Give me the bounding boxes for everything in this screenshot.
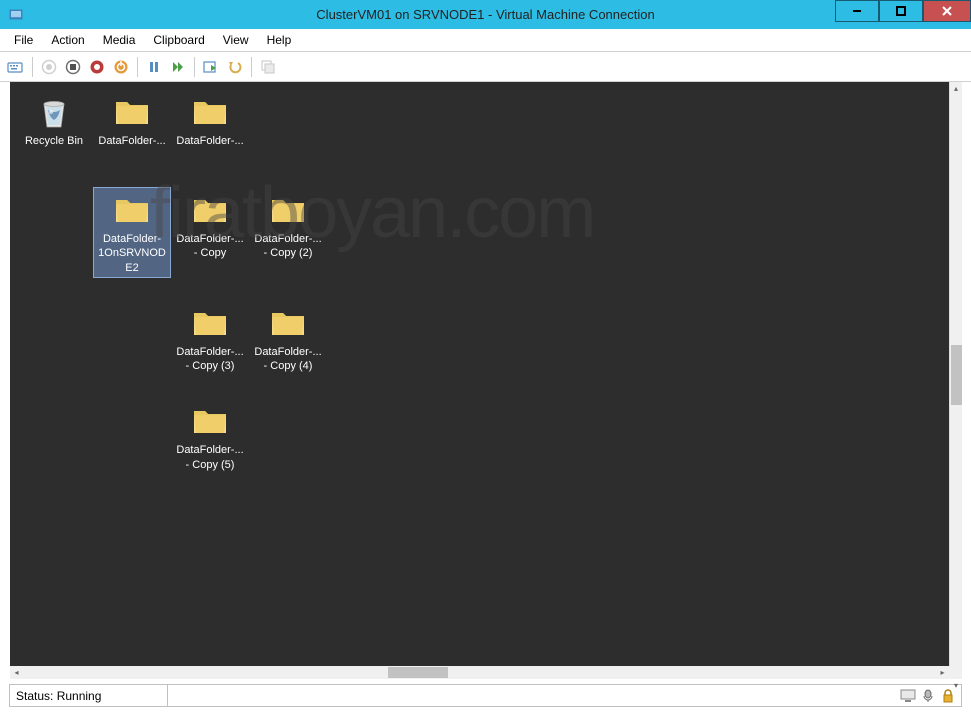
folder-icon	[190, 92, 230, 132]
icon-label: DataFolder-... - Copy (4)	[252, 345, 324, 374]
scroll-corner	[949, 666, 962, 679]
window-title: ClusterVM01 on SRVNODE1 - Virtual Machin…	[316, 7, 654, 22]
icon-label: DataFolder-... - Copy (3)	[174, 345, 246, 374]
close-button[interactable]	[923, 0, 971, 22]
icon-label: DataFolder-... - Copy (5)	[174, 443, 246, 472]
folder-7[interactable]: DataFolder-... - Copy (4)	[250, 301, 326, 376]
save-button[interactable]	[109, 55, 133, 79]
folder-5[interactable]: DataFolder-... - Copy (2)	[250, 188, 326, 277]
scroll-left-icon[interactable]: ◂	[10, 666, 23, 679]
minimize-button[interactable]	[835, 0, 879, 22]
scroll-thumb[interactable]	[388, 667, 448, 678]
folder-6[interactable]: DataFolder-... - Copy (3)	[172, 301, 248, 376]
maximize-button[interactable]	[879, 0, 923, 22]
icon-label: DataFolder-... - Copy	[174, 232, 246, 261]
scroll-thumb[interactable]	[951, 345, 962, 405]
tool-bar	[0, 52, 971, 82]
desktop-icons: Recycle BinDataFolder-...DataFolder-...D…	[10, 82, 949, 490]
title-bar: ClusterVM01 on SRVNODE1 - Virtual Machin…	[0, 0, 971, 29]
folder-icon	[112, 92, 152, 132]
revert-button[interactable]	[223, 55, 247, 79]
folder-icon	[190, 303, 230, 343]
vertical-scrollbar[interactable]: ▴ ▾	[949, 82, 962, 666]
menu-help[interactable]: Help	[259, 31, 300, 49]
menu-media[interactable]: Media	[95, 31, 144, 49]
icon-label: DataFolder-... - Copy (2)	[252, 232, 324, 261]
window-controls	[835, 0, 971, 29]
folder-icon	[190, 401, 230, 441]
horizontal-scrollbar[interactable]: ◂ ▸	[10, 666, 949, 679]
recycle-bin[interactable]: Recycle Bin	[16, 90, 92, 164]
scroll-down-icon[interactable]: ▾	[950, 679, 962, 692]
checkpoint-button[interactable]	[199, 55, 223, 79]
icon-label: Recycle Bin	[18, 134, 90, 162]
shutdown-button[interactable]	[85, 55, 109, 79]
menu-bar: File Action Media Clipboard View Help	[0, 29, 971, 52]
display-icon	[899, 687, 917, 705]
menu-action[interactable]: Action	[43, 31, 92, 49]
folder-4[interactable]: DataFolder-... - Copy	[172, 188, 248, 277]
menu-clipboard[interactable]: Clipboard	[145, 31, 212, 49]
icon-label: DataFolder-...	[96, 134, 168, 162]
status-text: Status: Running	[10, 689, 107, 703]
pause-button[interactable]	[142, 55, 166, 79]
app-icon	[8, 7, 24, 23]
scroll-right-icon[interactable]: ▸	[936, 666, 949, 679]
vm-desktop[interactable]: firatboyan.com Recycle BinDataFolder-...…	[10, 82, 949, 666]
menu-view[interactable]: View	[215, 31, 257, 49]
scroll-up-icon[interactable]: ▴	[950, 82, 962, 95]
start-button[interactable]	[37, 55, 61, 79]
folder-icon	[190, 190, 230, 230]
turn-off-button[interactable]	[61, 55, 85, 79]
reset-button[interactable]	[166, 55, 190, 79]
folder-3[interactable]: DataFolder-1OnSRVNODE2	[94, 188, 170, 277]
ctrl-alt-del-button[interactable]	[4, 55, 28, 79]
recycle-bin-icon	[34, 92, 74, 132]
icon-label: DataFolder-1OnSRVNODE2	[96, 232, 168, 275]
folder-8[interactable]: DataFolder-... - Copy (5)	[172, 399, 248, 474]
folder-icon	[112, 190, 152, 230]
menu-file[interactable]: File	[6, 31, 41, 49]
status-bar: Status: Running	[9, 684, 962, 707]
microphone-icon	[919, 687, 937, 705]
folder-1[interactable]: DataFolder-...	[94, 90, 170, 164]
icon-label: DataFolder-...	[174, 134, 246, 162]
folder-icon	[268, 190, 308, 230]
vm-area: firatboyan.com Recycle BinDataFolder-...…	[0, 82, 971, 684]
folder-icon	[268, 303, 308, 343]
folder-2[interactable]: DataFolder-...	[172, 90, 248, 164]
share-button[interactable]	[256, 55, 280, 79]
